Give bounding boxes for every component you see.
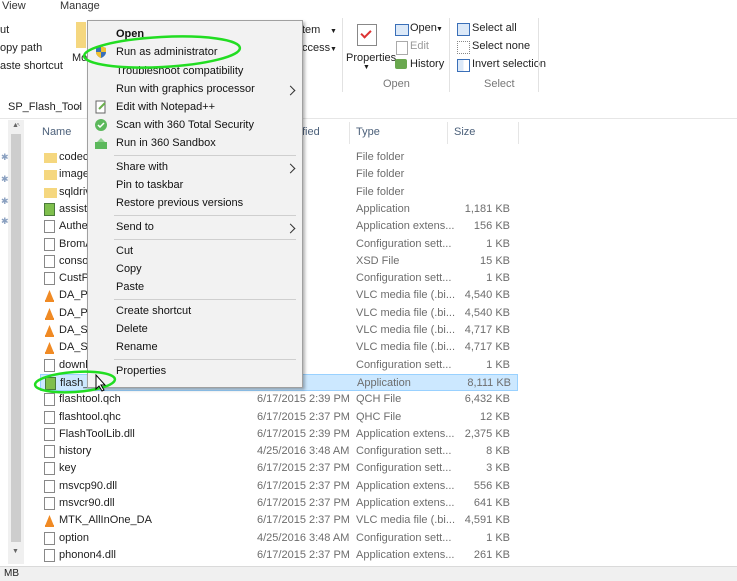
annotation-overlay: [33, 35, 242, 394]
status-text: MB: [4, 568, 19, 579]
status-bar: MB: [0, 566, 737, 581]
mouse-cursor-icon: [95, 374, 107, 392]
annotation-circle-run-as-admin: [82, 35, 242, 69]
